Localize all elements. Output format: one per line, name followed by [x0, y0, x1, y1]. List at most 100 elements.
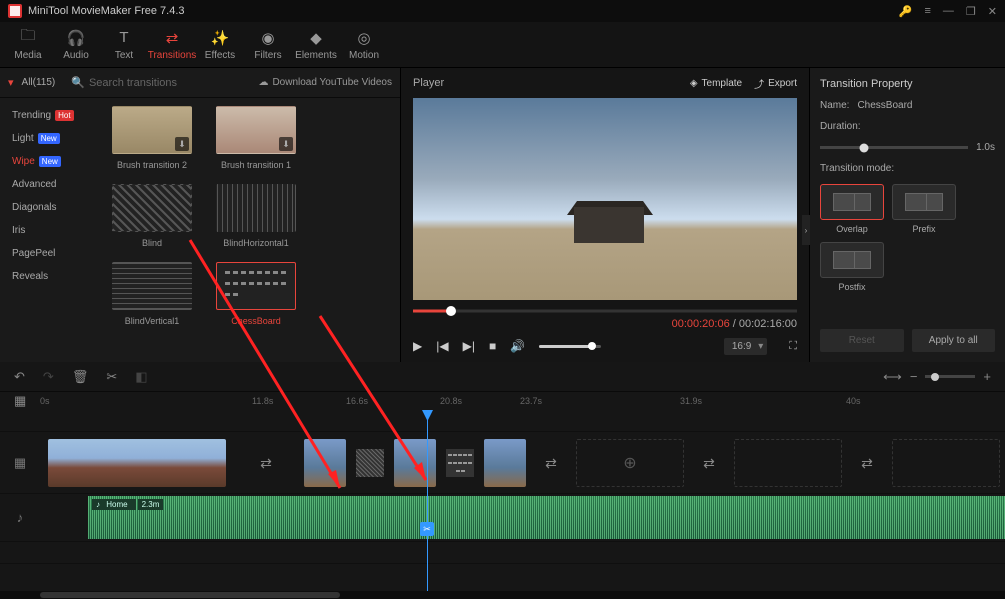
preview-viewport[interactable] — [413, 98, 797, 300]
app-title: MiniTool MovieMaker Free 7.4.3 — [28, 5, 185, 17]
fit-button[interactable]: ⟷ — [883, 369, 902, 385]
prev-frame-button[interactable]: |◀ — [436, 339, 448, 353]
folder-icon: 🗀 — [19, 29, 37, 47]
license-key-icon[interactable]: 🔑 — [899, 5, 913, 18]
filter-dropdown-icon[interactable]: ▾ — [8, 76, 14, 89]
playhead[interactable] — [427, 410, 428, 591]
tool-effects[interactable]: ✨Effects — [196, 22, 244, 67]
crop-button[interactable]: ◧ — [135, 369, 147, 385]
mode-prefix[interactable]: Prefix — [892, 184, 956, 234]
transition-blind[interactable]: Blind — [112, 184, 192, 248]
zoom-in-button[interactable]: + — [983, 369, 991, 384]
cloud-icon: ☁ — [258, 77, 268, 88]
top-toolbar: 🗀Media🎧AudioTText⇄Transitions✨Effects◉Fi… — [0, 22, 1005, 68]
filters-icon: ◉ — [259, 29, 277, 47]
aspect-ratio-select[interactable]: 16:9 — [724, 338, 767, 355]
close-icon[interactable]: ✕ — [988, 5, 997, 18]
transition-blind[interactable] — [356, 449, 384, 477]
tool-transitions[interactable]: ⇄Transitions — [148, 22, 196, 67]
zoom-out-button[interactable]: − — [910, 369, 918, 384]
empty-clip-slot[interactable] — [892, 439, 1000, 487]
delete-button[interactable]: 🗑 — [72, 369, 89, 385]
template-button[interactable]: ◈Template — [690, 78, 742, 89]
duration-slider[interactable] — [820, 146, 968, 149]
category-list: Trending HotLight NewWipe NewAdvancedDia… — [0, 98, 104, 362]
search-input[interactable]: 🔍 Search transitions — [71, 76, 177, 89]
stop-button[interactable]: ■ — [489, 339, 496, 353]
category-trending[interactable]: Trending Hot — [0, 104, 104, 127]
tool-motion[interactable]: ◎Motion — [340, 22, 388, 67]
transition-chessboard[interactable] — [446, 449, 474, 477]
transition-slot-6[interactable]: ⇄ — [852, 439, 882, 487]
ruler-tick: 20.8s — [440, 396, 462, 406]
audio-track[interactable]: ♪ ♪ Home2.3m — [0, 494, 1005, 542]
transition-name: ChessBoard — [857, 100, 912, 111]
reset-button[interactable]: Reset — [820, 329, 904, 352]
video-track-icon: ▦ — [0, 455, 40, 471]
video-track[interactable]: ▦ ⇄ ⇄ ⊕ ⇄ ⇄ ⇄ — [0, 432, 1005, 494]
transition-slot-1[interactable]: ⇄ — [236, 439, 296, 487]
time-ruler[interactable]: ▦ 0s11.8s16.6s20.8s23.7s31.9s40s — [0, 392, 1005, 410]
timeline-scrollbar[interactable] — [0, 591, 1005, 599]
transition-blindhorizontal1[interactable]: BlindHorizontal1 — [216, 184, 296, 248]
progress-bar[interactable] — [413, 304, 797, 318]
category-reveals[interactable]: Reveals — [0, 265, 104, 288]
category-light[interactable]: Light New — [0, 127, 104, 150]
apply-all-button[interactable]: Apply to all — [912, 329, 996, 352]
transition-slot-4[interactable]: ⇄ — [536, 439, 566, 487]
play-button[interactable]: ▶ — [413, 339, 422, 353]
transition-slot-5[interactable]: ⇄ — [694, 439, 724, 487]
empty-clip-slot[interactable]: ⊕ — [576, 439, 684, 487]
collapse-panel-button[interactable]: › — [802, 215, 810, 245]
thumbnail-toggle-icon[interactable]: ▦ — [14, 393, 26, 409]
redo-button[interactable]: ↷ — [43, 369, 54, 385]
minimize-icon[interactable]: — — [943, 5, 954, 17]
ruler-tick: 40s — [846, 396, 861, 406]
cut-button[interactable]: ✂ — [106, 369, 117, 385]
asset-browser: ▾ All(115) 🔍 Search transitions ☁ Downlo… — [0, 68, 400, 362]
tool-text[interactable]: TText — [100, 22, 148, 67]
clip-2[interactable] — [304, 439, 346, 487]
effects-icon: ✨ — [211, 29, 229, 47]
clip-1[interactable] — [48, 439, 226, 487]
export-button[interactable]: ⤴Export — [754, 76, 797, 91]
next-frame-button[interactable]: ▶| — [463, 339, 475, 353]
ruler-tick: 31.9s — [680, 396, 702, 406]
maximize-icon[interactable]: ❐ — [966, 5, 976, 18]
tool-elements[interactable]: ◆Elements — [292, 22, 340, 67]
mode-overlap[interactable]: Overlap — [820, 184, 884, 234]
fullscreen-button[interactable]: ⛶ — [789, 340, 797, 353]
mode-postfix[interactable]: Postfix — [820, 242, 884, 292]
audio-clip[interactable] — [88, 496, 1005, 539]
zoom-slider[interactable] — [925, 375, 975, 378]
app-logo-icon — [8, 4, 22, 18]
property-panel: › Transition Property Name:ChessBoard Du… — [809, 68, 1005, 362]
filter-label[interactable]: All(115) — [22, 77, 56, 88]
transition-chessboard[interactable]: ChessBoard — [216, 262, 296, 326]
template-icon: ◈ — [690, 78, 698, 89]
category-diagonals[interactable]: Diagonals — [0, 196, 104, 219]
volume-icon[interactable]: 🔊 — [510, 339, 525, 353]
clip-3[interactable] — [394, 439, 436, 487]
download-icon: ⬇ — [175, 137, 189, 151]
transition-brush-transition-2[interactable]: ⬇Brush transition 2 — [112, 106, 192, 170]
download-youtube-link[interactable]: ☁ Download YouTube Videos — [258, 77, 392, 88]
tool-audio[interactable]: 🎧Audio — [52, 22, 100, 67]
ruler-tick: 23.7s — [520, 396, 542, 406]
volume-slider[interactable] — [539, 345, 601, 348]
empty-clip-slot[interactable] — [734, 439, 842, 487]
clip-4[interactable] — [484, 439, 526, 487]
category-advanced[interactable]: Advanced — [0, 173, 104, 196]
search-icon: 🔍 — [71, 76, 85, 89]
transition-blindvertical1[interactable]: BlindVertical1 — [112, 262, 192, 326]
category-pagepeel[interactable]: PagePeel — [0, 242, 104, 265]
tool-media[interactable]: 🗀Media — [4, 22, 52, 67]
tool-filters[interactable]: ◉Filters — [244, 22, 292, 67]
category-iris[interactable]: Iris — [0, 219, 104, 242]
undo-button[interactable]: ↶ — [14, 369, 25, 385]
category-wipe[interactable]: Wipe New — [0, 150, 104, 173]
add-clip-icon: ⊕ — [623, 453, 636, 473]
transition-brush-transition-1[interactable]: ⬇Brush transition 1 — [216, 106, 296, 170]
text-track[interactable] — [0, 410, 1005, 432]
menu-icon[interactable]: ≡ — [924, 5, 930, 17]
